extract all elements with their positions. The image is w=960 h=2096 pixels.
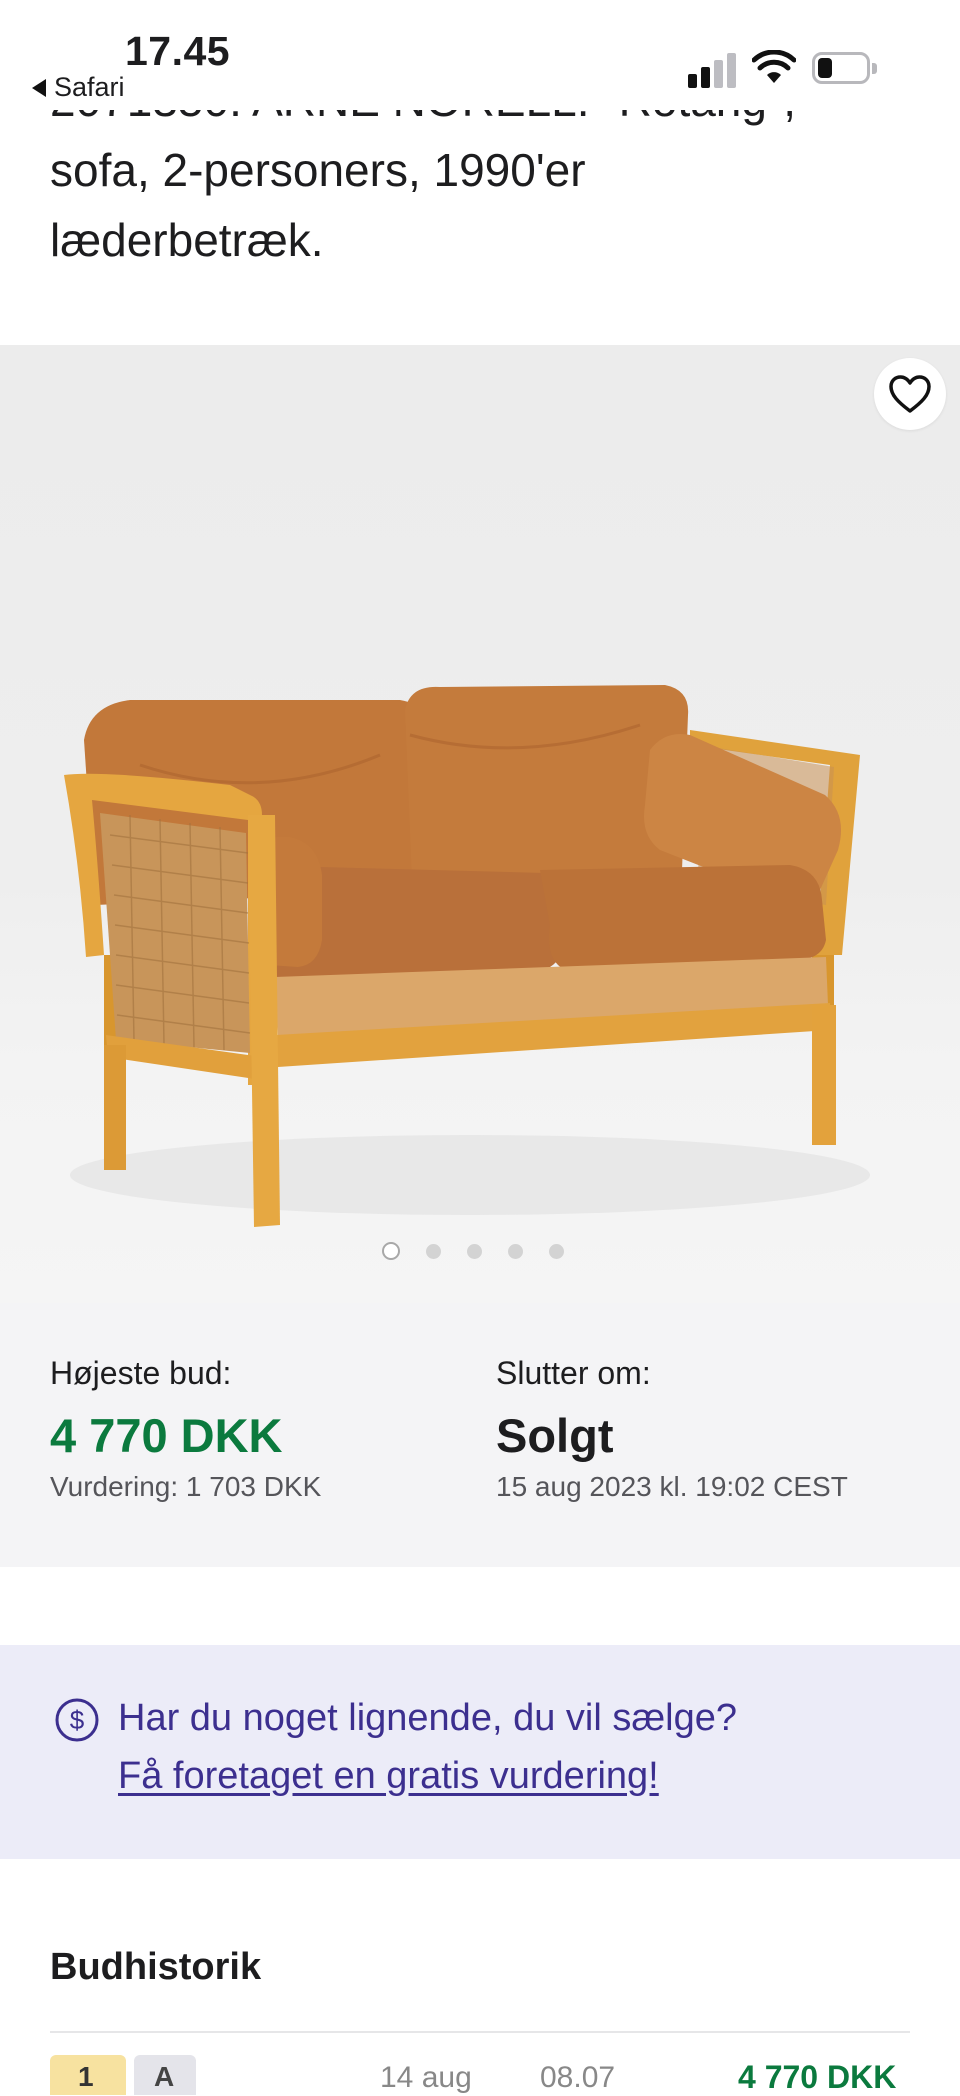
back-app-label: Safari — [54, 72, 125, 102]
bid-rank-chip: 1 — [50, 2055, 126, 2095]
cellular-signal-icon — [688, 52, 738, 88]
bid-history-row: 1 A 14 aug 08.07 4 770 DKK — [0, 2055, 960, 2095]
ends-label: Slutter om: — [496, 1355, 651, 1391]
gallery-pagination — [382, 1242, 564, 1260]
ends-value: Solgt — [496, 1409, 614, 1462]
bid-time: 08.07 — [540, 2061, 616, 2094]
wifi-icon — [752, 50, 796, 83]
sofa-image — [64, 685, 870, 1227]
title-line-2: sofa, 2-personers, 1990'er — [50, 144, 586, 196]
product-photo[interactable] — [0, 345, 960, 1303]
favorite-button[interactable] — [874, 358, 946, 430]
dollar-circle-icon: $ — [55, 1698, 99, 1742]
estimate-text: Vurdering: 1 703 DKK — [50, 1471, 322, 1502]
bid-amount: 4 770 DKK — [738, 2059, 897, 2095]
bidder-chip: A — [134, 2055, 196, 2095]
gallery-dot[interactable] — [508, 1243, 523, 1259]
gallery-dot[interactable] — [382, 1242, 400, 1260]
bid-history-title: Budhistorik — [50, 1946, 262, 1988]
highest-bid-label: Højeste bud: — [50, 1355, 232, 1391]
sell-promo-banner: $ Har du noget lignende, du vil sælge? F… — [0, 1645, 960, 1859]
highest-bid-value: 4 770 DKK — [50, 1409, 283, 1462]
back-arrow-icon — [32, 78, 46, 97]
divider — [50, 2031, 910, 2033]
status-time: 17.45 — [125, 28, 231, 74]
bid-info: Højeste bud: 4 770 DKK Vurdering: 1 703 … — [0, 1303, 960, 1567]
listing-title: 2071350: ARNE NORELL: "Rotang", sofa, 2-… — [50, 95, 910, 305]
gallery-dot[interactable] — [549, 1243, 564, 1259]
free-valuation-link[interactable]: Få foretaget en gratis vurdering! — [118, 1755, 659, 1798]
bid-date: 14 aug — [380, 2061, 472, 2094]
ends-date: 15 aug 2023 kl. 19:02 CEST — [496, 1471, 848, 1502]
ends-block: Slutter om: Solgt 15 aug 2023 kl. 19:02 … — [496, 1355, 848, 1503]
heart-outline-icon — [889, 375, 931, 413]
promo-question: Har du noget lignende, du vil sælge? — [118, 1697, 737, 1739]
title-line-3: læderbetræk. — [50, 214, 324, 266]
status-bar: 17.45 Safari — [0, 0, 960, 110]
battery-icon — [812, 52, 878, 86]
svg-text:$: $ — [70, 1705, 85, 1735]
gallery-dot[interactable] — [467, 1243, 482, 1259]
gallery-dot[interactable] — [426, 1243, 441, 1259]
back-to-safari-button[interactable]: Safari — [32, 72, 125, 103]
highest-bid-block: Højeste bud: 4 770 DKK Vurdering: 1 703 … — [50, 1355, 321, 1503]
